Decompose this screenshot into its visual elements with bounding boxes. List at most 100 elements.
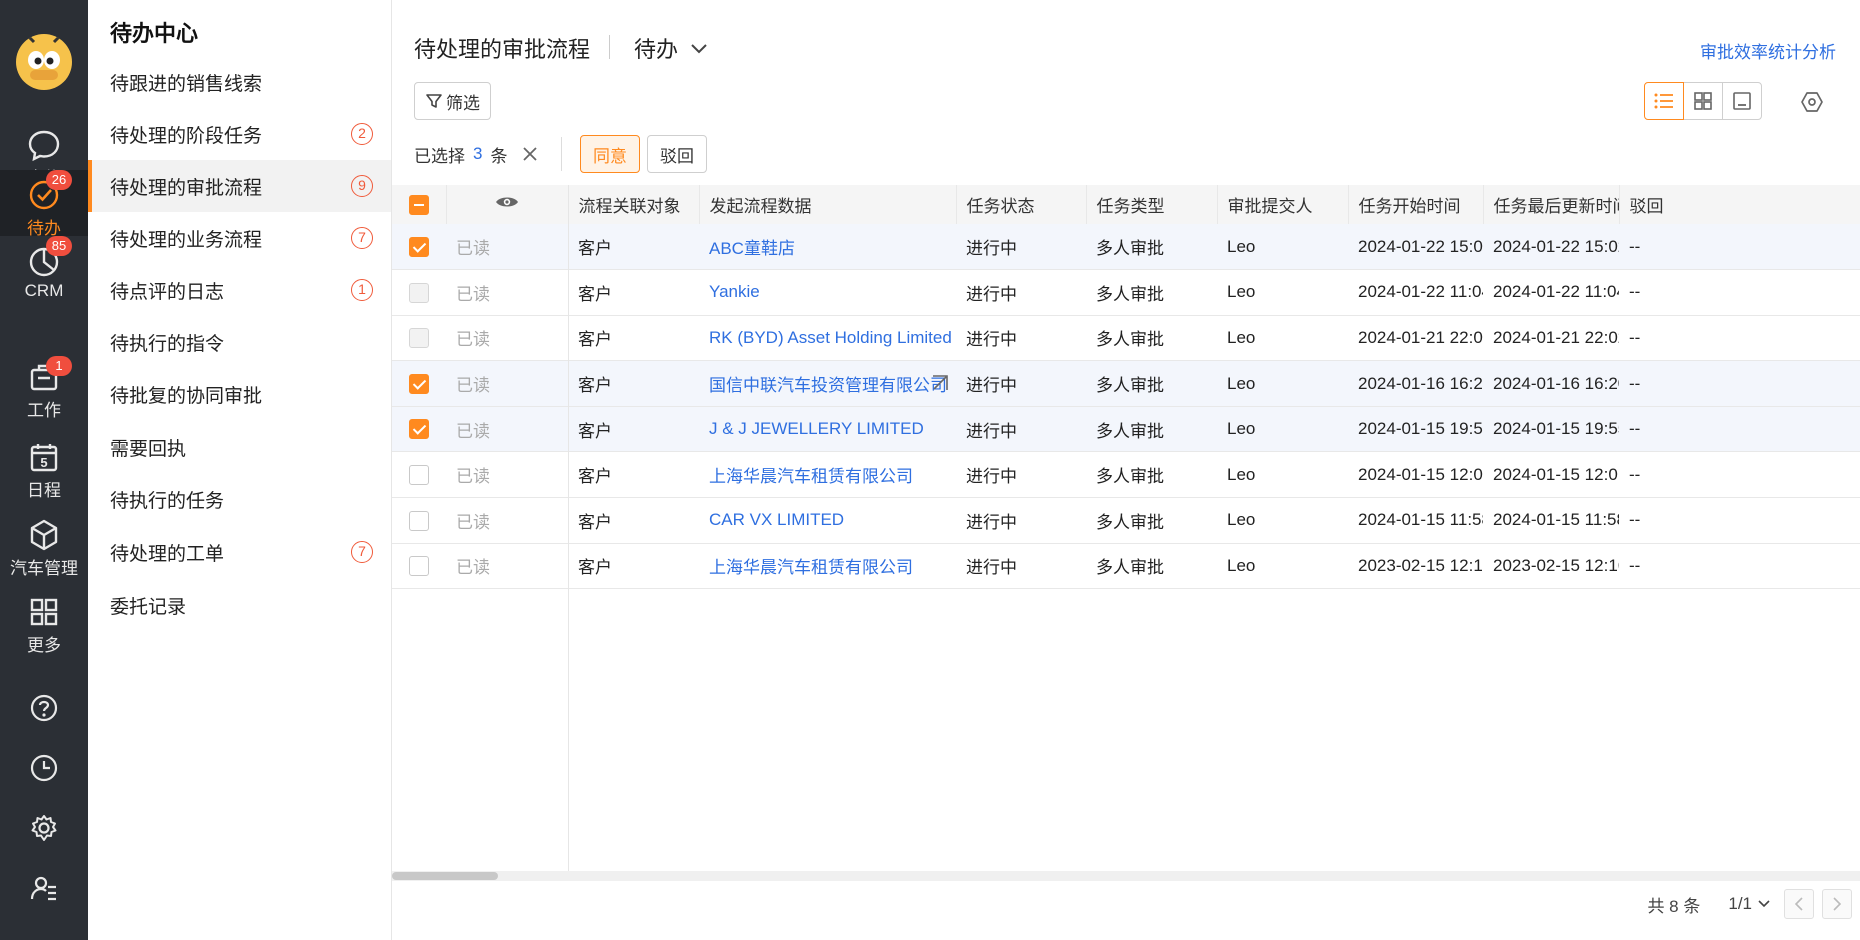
open-in-new-icon[interactable]: [930, 373, 950, 393]
flow-data-link[interactable]: 上海华晨汽车租赁有限公司: [709, 558, 913, 577]
settings-button[interactable]: [0, 803, 88, 853]
view-select[interactable]: 待办: [634, 32, 708, 64]
next-page-button[interactable]: [1822, 889, 1852, 919]
prev-page-button[interactable]: [1784, 889, 1814, 919]
flow-data-link[interactable]: 上海华晨汽车租赁有限公司: [709, 467, 913, 486]
column-header[interactable]: 任务类型: [1086, 185, 1218, 224]
related-object-cell: 客户: [578, 558, 612, 578]
approve-button[interactable]: 同意: [580, 135, 640, 173]
row-checkbox[interactable]: [409, 510, 429, 531]
row-select-cell[interactable]: [392, 270, 446, 316]
table-row[interactable]: 已读 客户 国信中联汽车投资管理有限公司 进行中 多人审批 Leo 2024-01-16 1…: [392, 360, 1860, 407]
flow-data-link[interactable]: RK (BYD) Asset Holding Limited: [709, 328, 952, 347]
row-checkbox[interactable]: [409, 236, 429, 257]
total-count: 共 8 条: [1647, 896, 1701, 916]
history-button[interactable]: [0, 743, 88, 793]
flow-data-cell[interactable]: Yankie: [699, 270, 956, 316]
nav-item-receipts[interactable]: 需要回执: [88, 421, 391, 473]
flow-data-cell[interactable]: 上海华晨汽车租赁有限公司: [699, 452, 956, 498]
status-cell: 进行中: [966, 558, 1017, 578]
flow-data-link[interactable]: 国信中联汽车投资管理有限公司: [709, 376, 947, 395]
table-settings-button[interactable]: [1798, 88, 1826, 116]
table-row[interactable]: 已读 客户 ABC童鞋店 进行中 多人审批 Leo 2024-01-22 15:02 2024…: [392, 224, 1860, 270]
table-row[interactable]: 已读 客户 J & J JEWELLERY LIMITED 进行中 多人审批 Leo 202…: [392, 406, 1860, 452]
column-header[interactable]: 任务状态: [956, 185, 1087, 224]
flow-data-link[interactable]: Yankie: [709, 282, 760, 301]
reject-cell: --: [1629, 327, 1641, 347]
rail-item-todo[interactable]: 待办: [0, 170, 88, 238]
row-select-cell[interactable]: [392, 361, 446, 407]
flow-data-link[interactable]: ABC童鞋店: [709, 239, 795, 258]
flow-data-cell[interactable]: CAR VX LIMITED: [699, 498, 956, 544]
reject-button[interactable]: 驳回: [647, 135, 707, 173]
flow-data-cell[interactable]: 上海华晨汽车租赁有限公司: [699, 543, 956, 589]
clear-selection-button[interactable]: [521, 145, 539, 163]
flow-data-link[interactable]: CAR VX LIMITED: [709, 510, 844, 529]
table-row[interactable]: 已读 客户 上海华晨汽车租赁有限公司 进行中 多人审批 Leo 2023-02-15 12:…: [392, 543, 1860, 589]
flow-data-cell[interactable]: ABC童鞋店: [699, 224, 956, 270]
row-select-cell[interactable]: [392, 498, 446, 544]
row-checkbox[interactable]: [409, 328, 429, 349]
column-header[interactable]: 任务最后更新时间: [1483, 185, 1620, 224]
row-select-cell[interactable]: [392, 406, 446, 452]
row-select-cell[interactable]: [392, 452, 446, 498]
select-all-checkbox[interactable]: [408, 194, 429, 215]
flow-data-link[interactable]: J & J JEWELLERY LIMITED: [709, 419, 924, 438]
row-checkbox[interactable]: [409, 556, 429, 577]
row-checkbox[interactable]: [409, 282, 429, 303]
user-center-button[interactable]: [0, 863, 88, 913]
nav-item-delegations[interactable]: 委托记录: [88, 579, 391, 631]
flow-data-cell[interactable]: J & J JEWELLERY LIMITED: [699, 406, 956, 452]
nav-item-sales-leads[interactable]: 待跟进的销售线索: [88, 56, 391, 108]
horizontal-scrollbar[interactable]: [392, 871, 1860, 881]
nav-item-collab-approvals[interactable]: 待批复的协同审批: [88, 368, 391, 420]
task-type-cell: 多人审批: [1096, 376, 1164, 396]
row-select-cell[interactable]: [392, 315, 446, 361]
table-row[interactable]: 已读 客户 CAR VX LIMITED 进行中 多人审批 Leo 2024-01-15 1…: [392, 498, 1860, 544]
nav-item-approval-flows[interactable]: 待处理的审批流程 9: [88, 160, 391, 212]
column-header[interactable]: 任务开始时间: [1348, 185, 1484, 224]
rail-item-car-management[interactable]: 汽车管理: [0, 518, 88, 596]
approval-stats-link[interactable]: 审批效率统计分析: [1700, 38, 1836, 63]
nav-item-logs-to-review[interactable]: 待点评的日志 1: [88, 264, 391, 316]
rail-item-work[interactable]: 工作: [0, 360, 88, 438]
flow-data-cell[interactable]: 国信中联汽车投资管理有限公司: [699, 361, 956, 407]
column-header[interactable]: 驳回: [1619, 185, 1860, 224]
row-checkbox[interactable]: [409, 465, 429, 486]
nav-item-instructions[interactable]: 待执行的指令: [88, 316, 391, 368]
row-checkbox[interactable]: [409, 419, 429, 440]
user-avatar[interactable]: [16, 34, 72, 90]
list-view-button[interactable]: [1644, 82, 1684, 120]
select-all-cell[interactable]: [392, 185, 447, 224]
row-select-cell[interactable]: [392, 543, 446, 589]
rail-item-crm[interactable]: CRM: [0, 245, 88, 323]
split-view-button[interactable]: [1722, 82, 1762, 120]
column-header[interactable]: 流程关联对象: [568, 185, 700, 224]
page-select[interactable]: 1/1: [1728, 894, 1770, 914]
close-icon: [523, 147, 538, 161]
table-row[interactable]: 已读 客户 上海华晨汽车租赁有限公司 进行中 多人审批 Leo 2024-01-15 12:…: [392, 452, 1860, 498]
start-time-cell: 2024-01-22 11:04: [1358, 282, 1483, 302]
nav-item-business-flows[interactable]: 待处理的业务流程 7: [88, 212, 391, 264]
selection-bar: 已选择 3 条: [414, 135, 563, 173]
updated-time-cell: 2024-01-15 12:01: [1493, 464, 1619, 484]
column-header[interactable]: 发起流程数据: [699, 185, 957, 224]
flow-data-cell[interactable]: RK (BYD) Asset Holding Limited: [699, 315, 956, 361]
column-header[interactable]: 审批提交人: [1217, 185, 1349, 224]
rail-item-more[interactable]: 更多: [0, 595, 88, 673]
nav-item-work-orders[interactable]: 待处理的工单 7: [88, 526, 391, 578]
filter-button[interactable]: 筛选: [414, 82, 491, 120]
cube-icon: [30, 519, 58, 551]
rail-item-schedule[interactable]: 5 日程: [0, 440, 88, 518]
row-checkbox[interactable]: [409, 373, 429, 394]
scrollbar-thumb[interactable]: [392, 872, 498, 880]
help-button[interactable]: [0, 683, 88, 733]
card-view-button[interactable]: [1683, 82, 1723, 120]
nav-item-tasks[interactable]: 待执行的任务: [88, 473, 391, 525]
row-select-cell[interactable]: [392, 224, 446, 270]
help-icon: [30, 694, 58, 722]
nav-item-stage-tasks[interactable]: 待处理的阶段任务 2: [88, 108, 391, 160]
table-row[interactable]: 已读 客户 RK (BYD) Asset Holding Limited 进行中 多人审…: [392, 315, 1860, 361]
table-row[interactable]: 已读 客户 Yankie 进行中 多人审批 Leo 2024-01-22 11:04 2024…: [392, 270, 1860, 316]
related-object-cell: 客户: [578, 284, 612, 304]
